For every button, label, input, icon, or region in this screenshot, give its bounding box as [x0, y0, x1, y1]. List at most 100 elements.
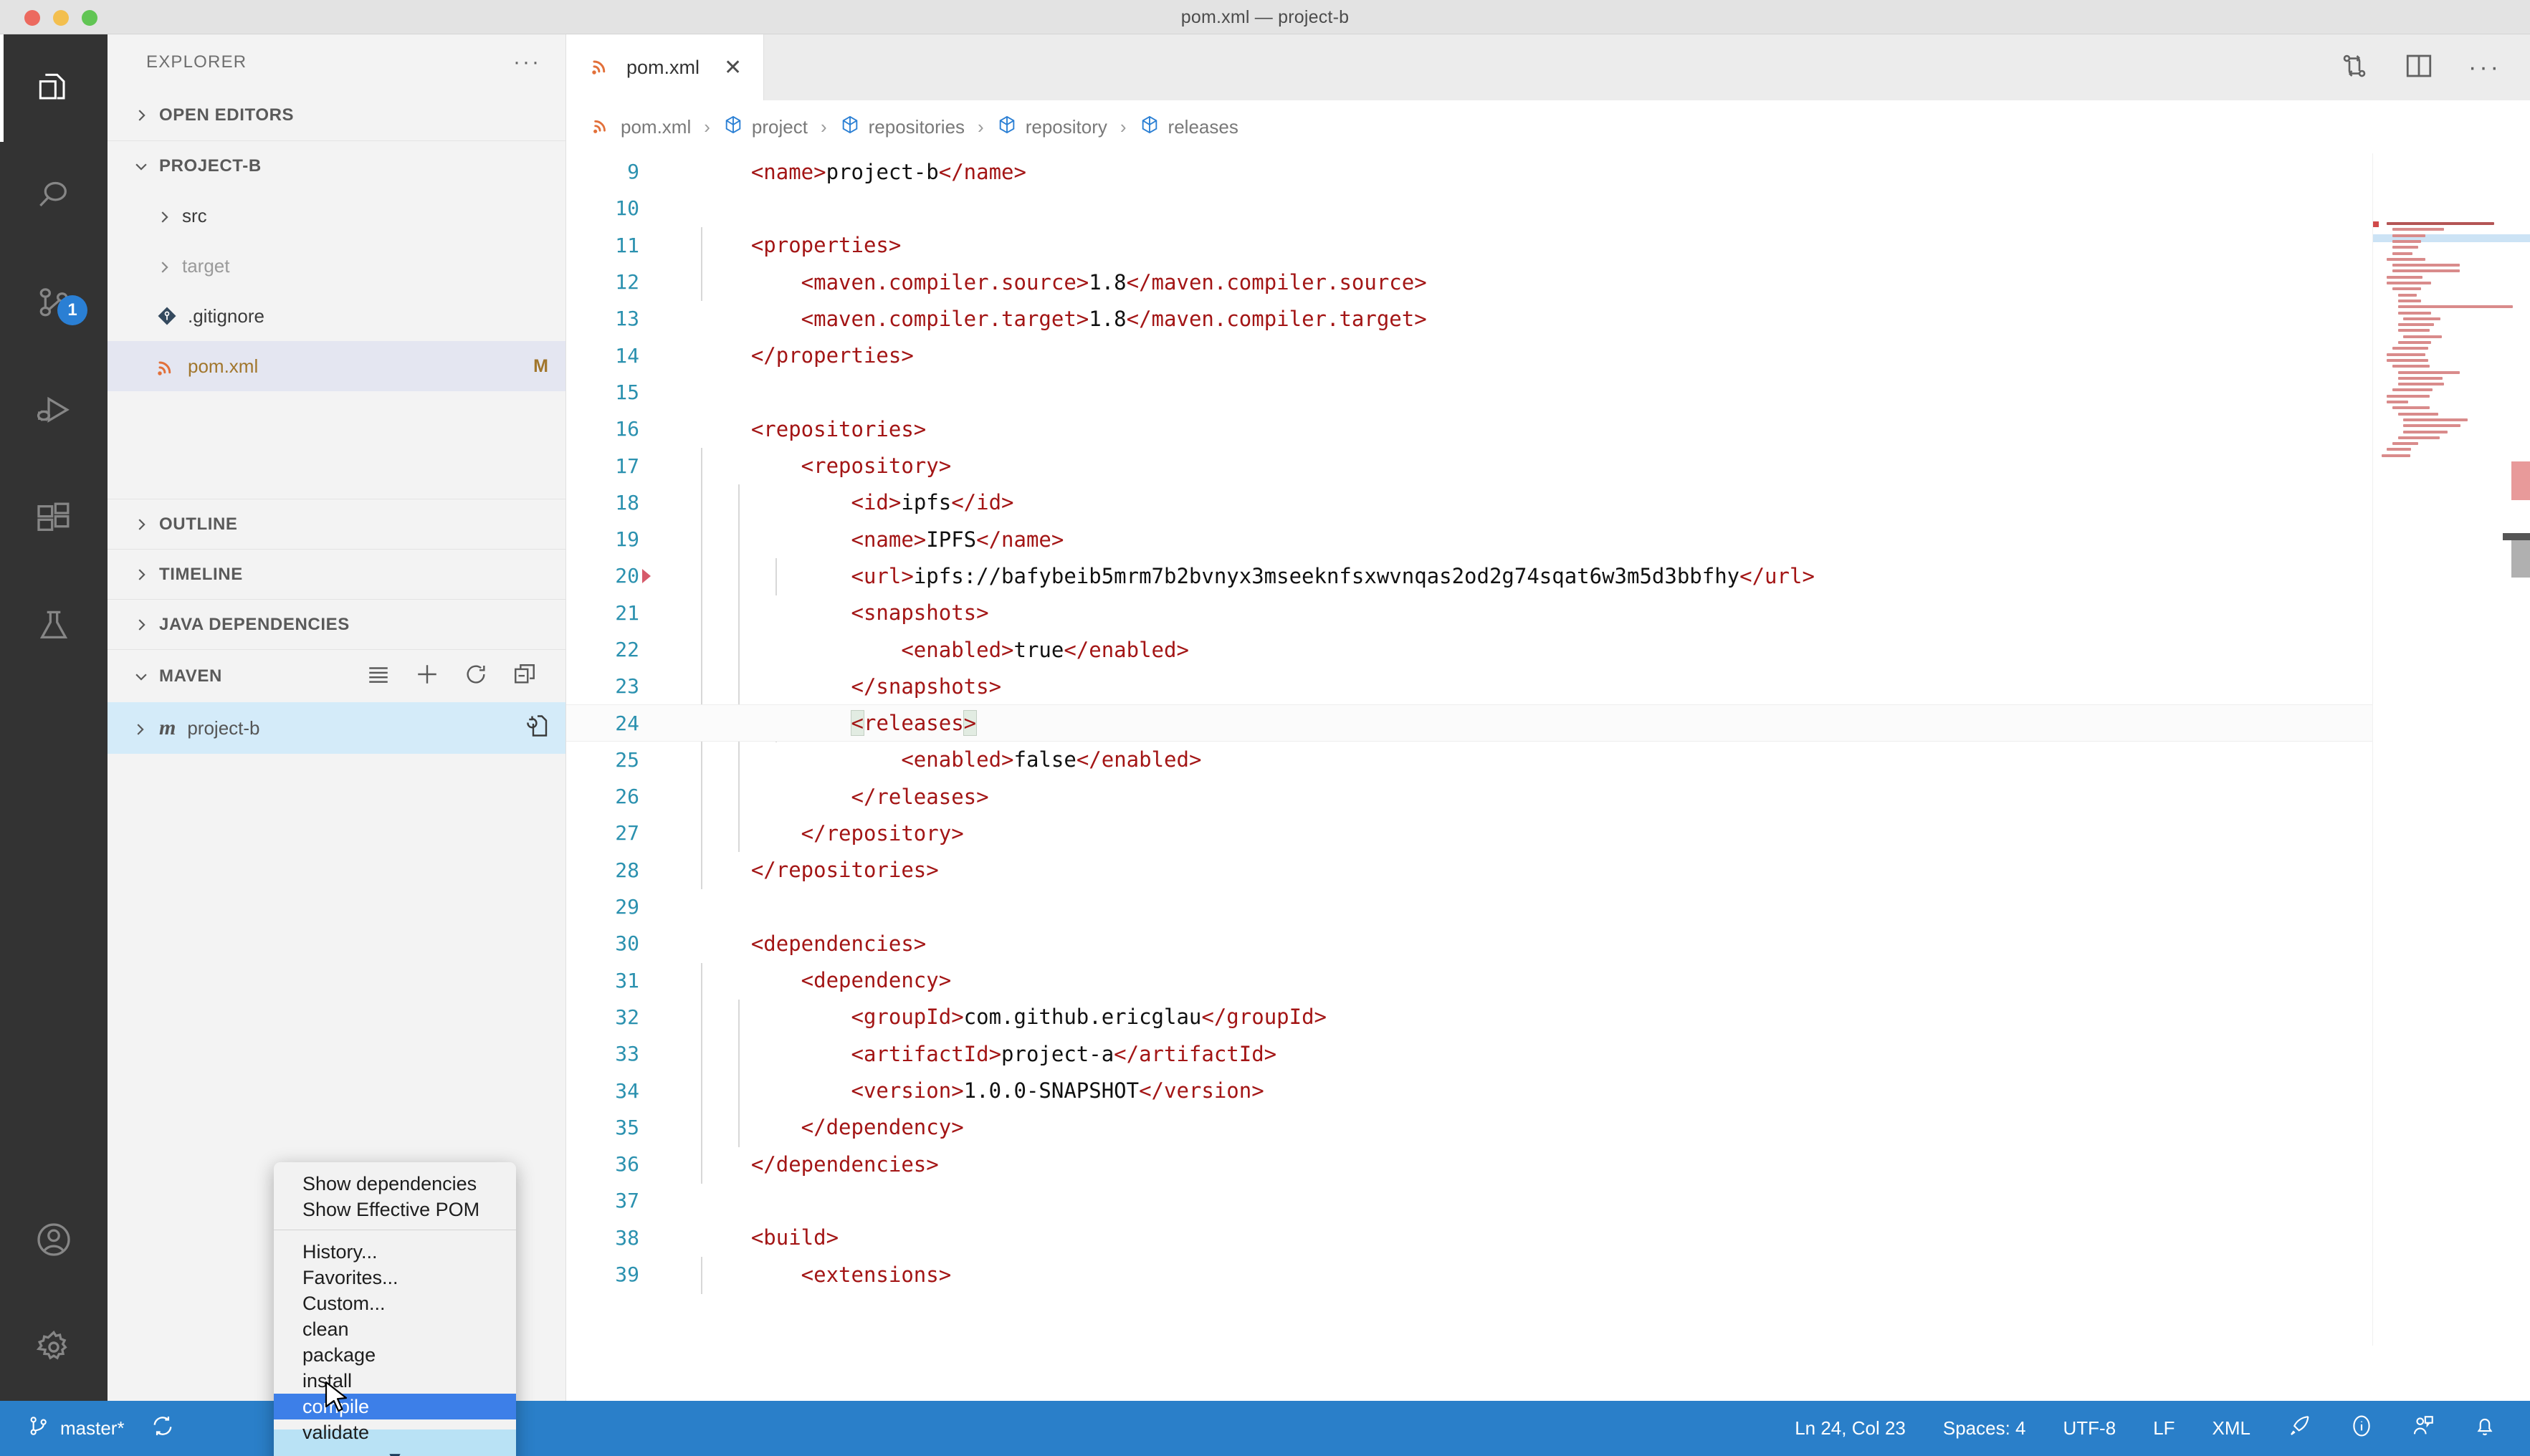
activity-item-explorer[interactable] [0, 34, 108, 142]
minimap-line [2392, 252, 2412, 255]
line-number: 15 [615, 380, 639, 404]
gear-icon [34, 1327, 74, 1367]
code-line: 27 </repository> [566, 815, 2530, 851]
sidebar-section-outline[interactable]: OUTLINE [108, 499, 565, 549]
sidebar-section-maven[interactable]: MAVEN [108, 649, 565, 702]
gutter-marker-icon[interactable] [638, 567, 655, 585]
activity-item-source-control[interactable]: 1 [0, 249, 108, 357]
menu-item-install[interactable]: install [274, 1368, 516, 1394]
code-line: 29 [566, 889, 2530, 925]
line-number: 9 [627, 160, 639, 184]
tree-item-src[interactable]: src [108, 191, 565, 241]
code-text: <releases> [850, 710, 978, 737]
more-actions-icon[interactable]: ··· [2468, 54, 2501, 82]
feedback-icon[interactable] [2411, 1414, 2435, 1443]
code-line: 13 <maven.compiler.target>1.8</maven.com… [566, 300, 2530, 337]
code-line: 28 </repositories> [566, 852, 2530, 889]
menu-item-clean[interactable]: clean [274, 1316, 516, 1342]
menu-item-favorites[interactable]: Favorites... [274, 1265, 516, 1290]
bell-icon[interactable] [2473, 1414, 2497, 1443]
code-text: <dependency> [701, 968, 952, 993]
sidebar-section-java-dependencies[interactable]: JAVA DEPENDENCIES [108, 599, 565, 649]
minimap[interactable] [2372, 153, 2530, 1346]
menu-item-validate[interactable]: validate [274, 1419, 516, 1445]
menu-item-show-dependencies[interactable]: Show dependencies [274, 1171, 516, 1197]
code-text: <id>ipfs</id> [701, 490, 1014, 515]
activity-item-accounts[interactable] [0, 1186, 108, 1293]
code-line: 37 [566, 1182, 2530, 1219]
code-text: <repositories> [701, 416, 927, 441]
code-line: 22 <enabled>true</enabled> [566, 631, 2530, 668]
section-label: MAVEN [159, 666, 222, 686]
tree-item-pom-xml[interactable]: pom.xml M [108, 341, 565, 391]
tree-item-label: target [182, 254, 230, 277]
line-number: 22 [615, 638, 639, 661]
code-line: 24 <releases> [566, 704, 2530, 742]
maven-project-row[interactable]: m project-b [108, 702, 565, 754]
mouse-cursor-icon [325, 1381, 349, 1417]
code-line: 34 <version>1.0.0-SNAPSHOT</version> [566, 1072, 2530, 1108]
status-encoding[interactable]: UTF-8 [2063, 1417, 2116, 1440]
minimap-scrollbar [2511, 540, 2530, 578]
list-icon[interactable] [366, 662, 391, 690]
minimap-line [2403, 424, 2461, 428]
chevron-right-icon [132, 720, 148, 736]
chevron-right-icon [156, 208, 172, 224]
maven-context-menu[interactable]: Show dependencies Show Effective POM His… [274, 1162, 516, 1456]
info-icon[interactable] [2349, 1414, 2374, 1443]
menu-item-package[interactable]: package [274, 1342, 516, 1368]
menu-item-custom[interactable]: Custom... [274, 1290, 516, 1316]
plus-icon[interactable] [415, 662, 439, 690]
menu-item-compile[interactable]: compile [274, 1394, 516, 1419]
sidebar-section-open-editors[interactable]: OPEN EDITORS [108, 90, 565, 140]
status-cursor-position[interactable]: Ln 24, Col 23 [1795, 1417, 1906, 1440]
status-language-mode[interactable]: XML [2212, 1417, 2250, 1440]
menu-item-history[interactable]: History... [274, 1239, 516, 1265]
status-sync[interactable] [151, 1414, 175, 1443]
xml-file-icon [591, 54, 612, 81]
minimap-line [2381, 454, 2410, 457]
breadcrumb-item-repositories[interactable]: repositories [840, 115, 965, 140]
code-text: </properties> [701, 343, 914, 368]
minimap-line [2392, 269, 2460, 273]
breadcrumb-item-releases[interactable]: releases [1140, 115, 1238, 140]
source-control-branch-icon [27, 1414, 50, 1442]
rocket-icon[interactable] [2288, 1414, 2312, 1443]
sidebar-section-timeline[interactable]: TIMELINE [108, 549, 565, 599]
beaker-icon [34, 605, 74, 646]
code-line: 19 <name>IPFS</name> [566, 521, 2530, 557]
section-label: JAVA DEPENDENCIES [159, 614, 350, 634]
activity-item-run-and-debug[interactable] [0, 357, 108, 464]
activity-item-settings[interactable] [0, 1293, 108, 1401]
chevron-down-icon [133, 158, 149, 174]
menu-scroll-down-icon[interactable]: ▼ [274, 1445, 516, 1456]
code-editor[interactable]: 9 <name>project-b</name> 10 11 <properties… [566, 153, 2530, 1346]
refresh-icon[interactable] [464, 662, 488, 690]
line-number: 27 [615, 821, 639, 846]
activity-item-search[interactable] [0, 142, 108, 249]
activity-item-testing[interactable] [0, 572, 108, 679]
split-editor-icon[interactable] [2404, 51, 2434, 85]
breadcrumb-item-pom-xml[interactable]: pom.xml [592, 115, 691, 140]
close-icon[interactable]: ✕ [724, 55, 742, 80]
breadcrumb-item-project[interactable]: project [723, 115, 808, 140]
activity-item-extensions[interactable] [0, 464, 108, 572]
menu-item-show-effective-pom[interactable]: Show Effective POM [274, 1197, 516, 1222]
status-branch[interactable]: master* [27, 1414, 125, 1442]
editor-tab-pom-xml[interactable]: pom.xml ✕ [566, 34, 765, 100]
sidebar-section-project-b[interactable]: PROJECT-B [108, 140, 565, 191]
sidebar-more-actions-icon[interactable]: ··· [513, 52, 541, 73]
symbol-field-icon [997, 115, 1017, 140]
tree-item-target[interactable]: target [108, 241, 565, 291]
minimap-line [2403, 418, 2468, 421]
status-eol[interactable]: LF [2153, 1417, 2175, 1440]
status-indentation[interactable]: Spaces: 4 [1943, 1417, 2026, 1440]
collapse-all-icon[interactable] [512, 662, 537, 690]
minimap-scrollbar-top [2503, 533, 2530, 540]
compare-changes-icon[interactable] [2339, 51, 2369, 85]
code-text: <properties> [701, 233, 902, 258]
tree-item-gitignore[interactable]: .gitignore [108, 291, 565, 341]
line-number: 28 [615, 858, 639, 882]
breadcrumb-item-repository[interactable]: repository [997, 115, 1107, 140]
execute-command-icon[interactable] [522, 713, 548, 744]
